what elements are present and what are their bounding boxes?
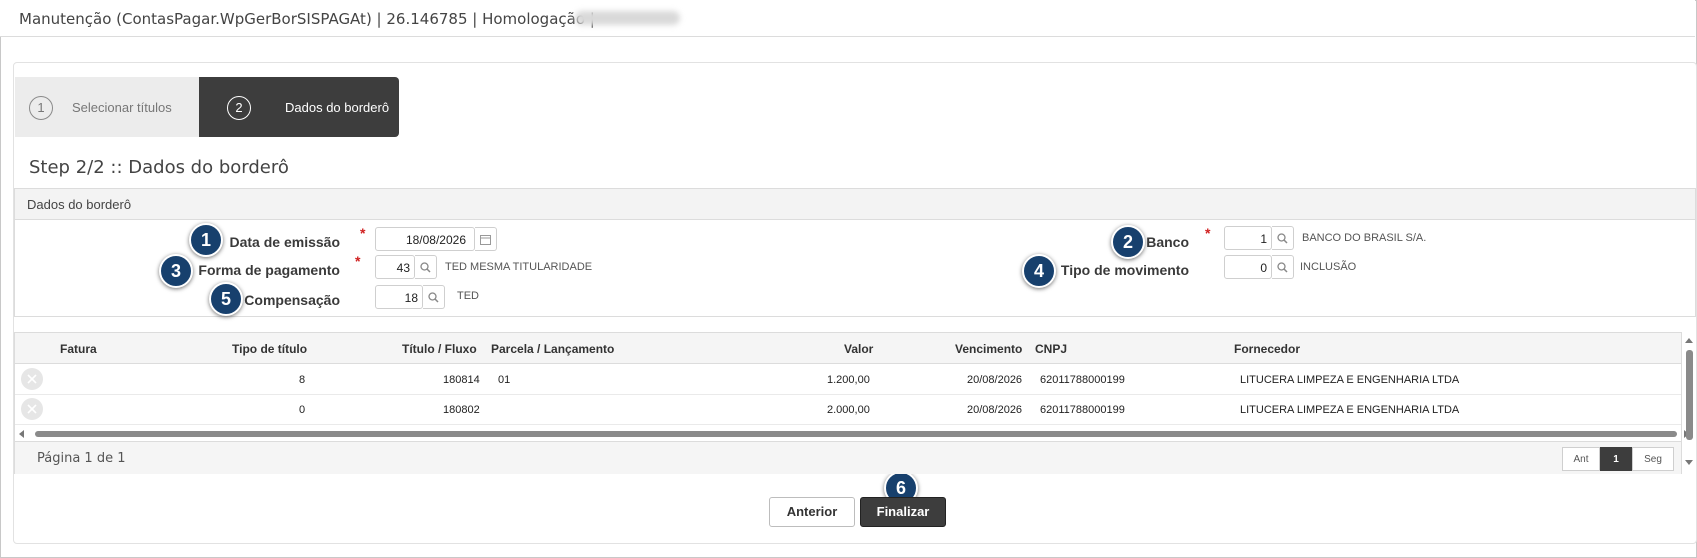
data-emissao-value: 18/08/2026 (405, 233, 466, 247)
compensacao-field[interactable]: 18 (375, 285, 423, 309)
tipo-movimento-field[interactable]: 0 (1224, 255, 1272, 279)
table-row: 8 180814 01 1.200,00 20/08/2026 62011788… (15, 364, 1681, 395)
section-header: Dados do borderô (15, 189, 1695, 220)
cell-valor: 1.200,00 (827, 374, 870, 386)
step-number: 1 (29, 96, 53, 120)
anterior-button[interactable]: Anterior (769, 497, 855, 527)
remove-icon (27, 404, 37, 414)
search-button-tipo-movimento[interactable] (1272, 255, 1294, 279)
cell-tipo: 8 (299, 374, 306, 386)
cell-cnpj: 62011788000199 (1040, 374, 1125, 386)
calendar-icon (480, 235, 491, 245)
banco-field[interactable]: 1 (1224, 226, 1272, 250)
required-marker: * (360, 225, 366, 241)
title-bar: Manutenção (ContasPagar.WpGerBorSISPAGAt… (0, 0, 1695, 37)
cell-fornecedor: LITUCERA LIMPEZA E ENGENHARIA LTDA (1240, 404, 1460, 416)
wizard-steps: 1 Selecionar títulos 2 Dados do borderô (15, 77, 405, 137)
forma-pagamento-desc: TED MESMA TITULARIDADE (445, 261, 593, 273)
search-icon (1277, 262, 1288, 273)
callout-badge-1: 1 (189, 223, 223, 257)
col-titulo-fluxo[interactable]: Título / Fluxo (402, 342, 477, 356)
section-title: Dados do borderô (27, 197, 132, 212)
col-fornecedor[interactable]: Fornecedor (1234, 342, 1300, 356)
callout-badge-4: 4 (1022, 254, 1056, 288)
search-icon (420, 262, 431, 273)
col-fatura[interactable]: Fatura (60, 342, 97, 356)
calendar-button[interactable] (475, 227, 497, 251)
label-banco: Banco (1146, 234, 1189, 250)
grid-header: Fatura Tipo de título Título / Fluxo Par… (15, 333, 1681, 364)
finalizar-button[interactable]: Finalizar (860, 497, 946, 527)
cell-vencimento: 20/08/2026 (967, 374, 1023, 386)
step-label: Dados do borderô (285, 100, 390, 115)
blurred-environment-name (575, 11, 680, 25)
compensacao-desc: TED (457, 290, 479, 302)
scroll-up-icon[interactable] (1685, 338, 1693, 343)
col-cnpj[interactable]: CNPJ (1035, 342, 1067, 356)
table-row: 0 180802 2.000,00 20/08/2026 62011788000… (15, 394, 1681, 425)
pager-prev-button[interactable]: Ant (1562, 447, 1600, 471)
label-compensacao: Compensação (244, 292, 340, 308)
step-number: 2 (227, 96, 251, 120)
cell-parcela: 01 (498, 374, 511, 386)
horizontal-scrollbar[interactable] (15, 428, 1689, 440)
forma-pagamento-field[interactable]: 43 (375, 255, 415, 279)
scroll-down-icon[interactable] (1685, 460, 1693, 465)
cell-tipo: 0 (299, 404, 306, 416)
banco-value: 1 (1260, 232, 1267, 246)
col-valor[interactable]: Valor (844, 342, 873, 356)
tipo-movimento-value: 0 (1260, 261, 1267, 275)
cell-fornecedor: LITUCERA LIMPEZA E ENGENHARIA LTDA (1240, 374, 1460, 386)
vertical-scrollbar[interactable] (1683, 334, 1695, 470)
data-emissao-field[interactable]: 18/08/2026 (375, 227, 475, 251)
remove-row-button[interactable] (21, 368, 43, 390)
cell-cnpj: 62011788000199 (1040, 404, 1125, 416)
page-info: Página 1 de 1 (37, 451, 126, 466)
wizard-step-selecionar-titulos[interactable]: 1 Selecionar títulos (15, 77, 199, 137)
col-parcela-lancamento[interactable]: Parcela / Lançamento (491, 342, 614, 356)
pager-current-page[interactable]: 1 (1600, 447, 1632, 471)
remove-icon (27, 374, 37, 384)
scroll-left-icon[interactable] (19, 430, 24, 438)
remove-row-button[interactable] (21, 398, 43, 420)
tipo-movimento-desc: INCLUSÃO (1300, 261, 1357, 273)
cell-titulo: 180802 (443, 404, 480, 416)
search-icon (1277, 233, 1288, 244)
search-button-forma-pagamento[interactable] (415, 255, 437, 279)
label-tipo-movimento: Tipo de movimento (1060, 262, 1189, 278)
scroll-thumb[interactable] (1686, 350, 1693, 440)
col-vencimento[interactable]: Vencimento (955, 342, 1022, 356)
required-marker: * (1205, 225, 1211, 241)
window-title: Manutenção (ContasPagar.WpGerBorSISPAGAt… (19, 10, 595, 28)
callout-badge-2: 2 (1111, 225, 1145, 259)
search-icon (428, 292, 439, 303)
grid-footer: Página 1 de 1 Ant 1 Seg (15, 441, 1681, 474)
cell-vencimento: 20/08/2026 (967, 404, 1023, 416)
cell-titulo: 180814 (443, 374, 480, 386)
callout-badge-3: 3 (159, 254, 193, 288)
search-button-banco[interactable] (1272, 226, 1294, 250)
forma-pagamento-value: 43 (396, 261, 410, 275)
compensacao-value: 18 (404, 291, 418, 305)
col-tipo-titulo[interactable]: Tipo de título (232, 342, 307, 356)
titles-grid: Fatura Tipo de título Título / Fluxo Par… (14, 332, 1689, 474)
required-marker: * (355, 253, 361, 269)
label-forma-pagamento: Forma de pagamento (198, 262, 340, 278)
banco-desc: BANCO DO BRASIL S/A. (1302, 232, 1427, 244)
wizard-step-dados-bordero[interactable]: 2 Dados do borderô (199, 77, 399, 137)
search-button-compensacao[interactable] (423, 285, 445, 309)
scroll-thumb[interactable] (35, 431, 1677, 437)
label-data-emissao: Data de emissão (229, 234, 341, 250)
pager-next-button[interactable]: Seg (1632, 447, 1674, 471)
cell-valor: 2.000,00 (827, 404, 870, 416)
step-title: Step 2/2 :: Dados do borderô (29, 157, 289, 178)
step-label: Selecionar títulos (72, 100, 172, 115)
callout-badge-5: 5 (209, 282, 243, 316)
